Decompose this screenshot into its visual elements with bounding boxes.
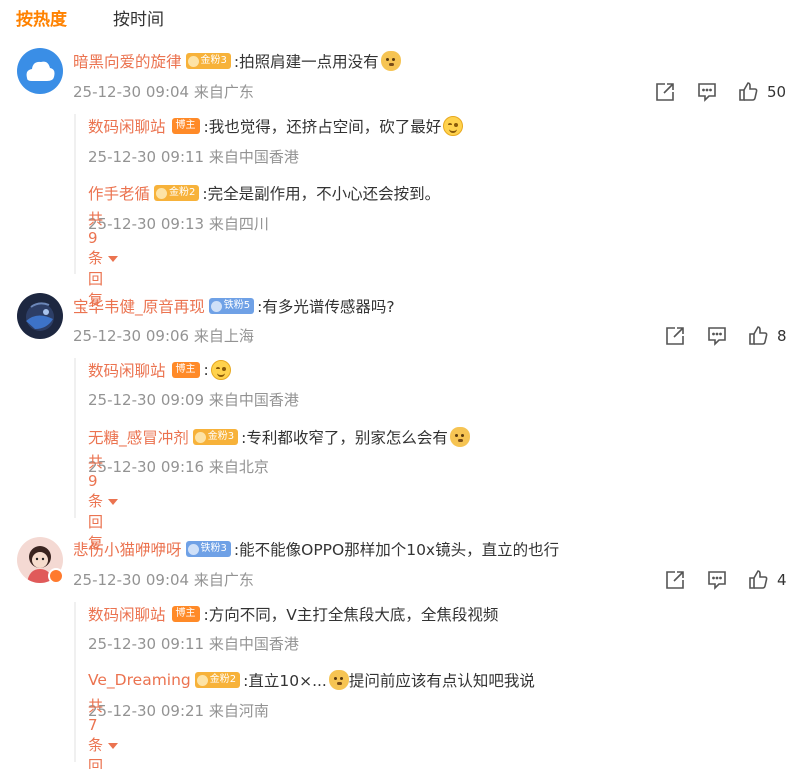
like-icon[interactable] [747,325,769,347]
username[interactable]: 数码闲聊站 [88,603,166,625]
more-replies-link[interactable]: 共9条回复 [88,210,119,309]
comment-meta: 25-12-30 09:04 来自广东 [73,570,254,589]
username[interactable]: 悲伤小猫咿咿呀 [73,538,182,560]
smile-emoji [443,116,464,136]
like-icon[interactable] [747,569,769,591]
like-count: 50 [767,83,787,101]
username[interactable]: 作手老循 [88,182,150,204]
share-icon[interactable] [664,569,686,591]
fan-badge[interactable]: 铁粉3 [185,541,231,557]
comment-text: :有多光谱传感器吗? [257,298,395,316]
comment-text: :能不能像OPPO那样加个10x镜头，直立的也行 [233,541,560,559]
reply-meta: 25-12-30 09:13 来自四川 [88,214,269,233]
avatar[interactable] [17,48,63,94]
comment-icon[interactable] [696,81,718,103]
reply-thread: 数码闲聊站 博主 :我也觉得，还挤占空间，砍了最好 25-12-30 09:11… [74,114,464,309]
reply-meta: 25-12-30 09:11 来自中国香港 [88,634,299,653]
caret-down-icon [108,499,119,505]
username[interactable]: 无糖_感冒冲剂 [88,426,189,448]
username[interactable]: 数码闲聊站 [88,359,166,381]
reply-text: :完全是副作用，不小心还会按到。 [202,185,441,203]
reply-meta: 25-12-30 09:09 来自中国香港 [88,390,299,409]
reply-thread: 数码闲聊站 博主 :方向不同，V主打全焦段大底，全焦段视频 25-12-30 0… [74,602,535,769]
caret-down-icon [108,256,119,262]
share-icon[interactable] [664,325,686,347]
caret-down-icon [108,743,119,749]
fan-badge[interactable]: 金粉3 [192,429,239,445]
more-replies-link[interactable]: 共9条回复 [88,453,119,552]
fan-badge[interactable]: 金粉2 [194,672,241,688]
like-icon[interactable] [737,81,759,103]
comment-meta: 25-12-30 09:04 来自广东 [73,82,254,101]
author-badge: 博主 [171,362,200,378]
fan-badge[interactable]: 金粉3 [185,53,231,69]
reply-thread: 数码闲聊站 博主 : 25-12-30 09:09 来自中国香港 无糖_感冒冲剂… [74,358,470,552]
reply-text: :专利都收窄了，别家怎么会有 [241,429,448,447]
sort-tabs: 按热度 按时间 [16,6,210,34]
comment-text: :拍照肩建一点用没有 [233,53,379,71]
reply-text: :我也觉得，还挤占空间，砍了最好 [203,118,442,136]
username[interactable]: 宝华韦健_原音再现 [73,295,205,317]
more-replies-link[interactable]: 共7条回复 [88,697,119,769]
author-badge: 博主 [171,118,200,134]
doge-emoji [328,670,349,690]
smile-emoji [210,360,231,380]
comment-icon[interactable] [706,325,728,347]
avatar[interactable] [17,293,63,339]
verified-badge-icon [48,568,64,584]
comment-icon[interactable] [706,569,728,591]
like-count: 4 [777,571,787,589]
reply-meta: 25-12-30 09:21 来自河南 [88,701,269,720]
reply-text: :直立10×... [243,672,327,690]
comment-meta: 25-12-30 09:06 来自上海 [73,326,254,345]
author-badge: 博主 [171,606,200,622]
tab-time[interactable]: 按时间 [113,7,164,33]
reply-meta: 25-12-30 09:16 来自北京 [88,457,269,476]
fan-badge[interactable]: 铁粉5 [208,298,255,314]
username[interactable]: 暗黑向爱的旋律 [73,50,182,72]
fan-badge[interactable]: 金粉2 [154,185,200,201]
tab-hot[interactable]: 按热度 [16,7,67,33]
reply-text: :方向不同，V主打全焦段大底，全焦段视频 [203,606,499,624]
reply-text-continued: 提问前应该有点认知吧我说 [348,672,535,690]
share-icon[interactable] [654,81,676,103]
reply-text: : [203,361,209,379]
doge-emoji [449,427,470,447]
reply-meta: 25-12-30 09:11 来自中国香港 [88,147,299,166]
doge-emoji [380,51,401,71]
username[interactable]: Ve_Dreaming [88,671,191,689]
username[interactable]: 数码闲聊站 [88,115,166,137]
like-count: 8 [777,327,787,345]
